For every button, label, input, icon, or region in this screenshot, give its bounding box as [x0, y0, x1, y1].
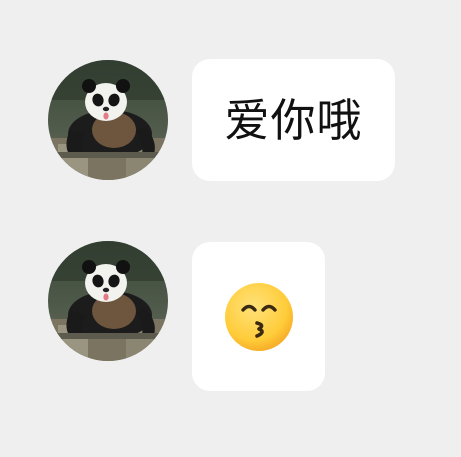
- kissing-face-icon: [223, 281, 295, 353]
- message-bubble[interactable]: 爱你哦: [192, 59, 395, 181]
- panda-avatar-icon[interactable]: [48, 60, 168, 180]
- message-text: 爱你哦: [224, 93, 363, 147]
- panda-avatar-icon[interactable]: [48, 241, 168, 361]
- message-bubble[interactable]: [192, 242, 325, 391]
- message-row: 爱你哦: [0, 59, 461, 181]
- chat-view: 爱你哦: [0, 0, 461, 457]
- message-row: [0, 241, 461, 391]
